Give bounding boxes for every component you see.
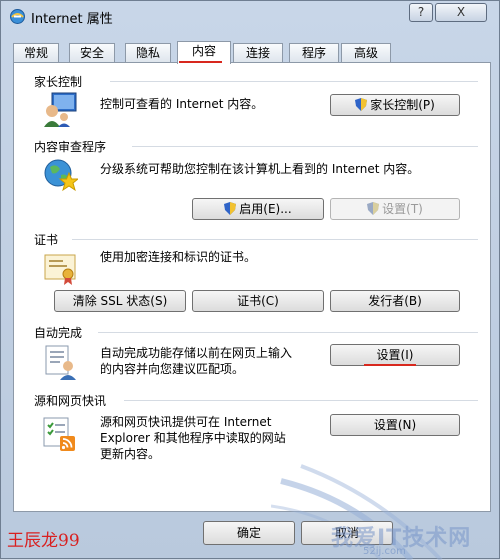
ok-button[interactable]: 确定 [203, 521, 295, 545]
feeds-icon [43, 417, 75, 451]
content-tab-panel: 家长控制 控制可查看的 Internet 内容。 家长控制(P) 内容审查程序 … [13, 62, 491, 512]
certificates-description: 使用加密连接和标识的证书。 [100, 250, 257, 264]
enable-button-label: 启用(E)... [239, 202, 292, 216]
autocomplete-settings-button[interactable]: 设置(I) [330, 344, 460, 366]
autocomplete-description-line1: 自动完成功能存储以前在网页上输入 [100, 346, 293, 360]
parental-controls-button-label: 家长控制(P) [370, 98, 435, 112]
feeds-title: 源和网页快讯 [34, 394, 107, 408]
autocomplete-icon [45, 345, 76, 380]
divider [110, 81, 478, 82]
publishers-button[interactable]: 发行者(B) [330, 290, 460, 312]
tab-privacy[interactable]: 隐私 [125, 43, 171, 63]
divider [132, 146, 478, 147]
parental-controls-button[interactable]: 家长控制(P) [330, 94, 460, 116]
internet-properties-window: Internet 属性 ? X 常规 安全 隐私 内容 连接 程序 高级 家长控… [0, 0, 500, 560]
author-signature: 王辰龙99 [7, 531, 80, 551]
divider [98, 332, 478, 333]
divider [72, 239, 478, 240]
parental-controls-icon [44, 92, 77, 127]
uac-shield-icon [367, 202, 380, 215]
advisor-settings-button-label: 设置(T) [382, 202, 423, 216]
content-advisor-title: 内容审查程序 [34, 140, 107, 154]
content-advisor-globe-icon [44, 159, 78, 192]
enable-button[interactable]: 启用(E)... [192, 198, 324, 220]
internet-explorer-icon [10, 9, 25, 24]
window-title: Internet 属性 [31, 12, 113, 27]
feeds-settings-button[interactable]: 设置(N) [330, 414, 460, 436]
tab-connections[interactable]: 连接 [233, 43, 283, 63]
clear-ssl-state-button[interactable]: 清除 SSL 状态(S) [54, 290, 186, 312]
autocomplete-title: 自动完成 [34, 326, 83, 340]
feeds-description-line2: Explorer 和其他程序中读取的网站 [100, 431, 286, 445]
certificates-title: 证书 [34, 233, 59, 247]
uac-shield-icon [355, 98, 368, 111]
autocomplete-description-line2: 的内容并向您建议匹配项。 [100, 362, 245, 376]
divider [124, 400, 478, 401]
tab-security[interactable]: 安全 [69, 43, 115, 63]
autocomplete-annotation-underline [364, 364, 416, 366]
tab-general[interactable]: 常规 [13, 43, 59, 63]
feeds-description-line3: 更新内容。 [100, 447, 161, 461]
content-advisor-description: 分级系统可帮助您控制在该计算机上看到的 Internet 内容。 [100, 162, 420, 176]
certificates-button[interactable]: 证书(C) [192, 290, 324, 312]
certificate-icon [44, 254, 76, 285]
close-button[interactable]: X [435, 3, 487, 22]
advisor-settings-button[interactable]: 设置(T) [330, 198, 460, 220]
tab-programs[interactable]: 程序 [289, 43, 339, 63]
help-button[interactable]: ? [409, 3, 433, 22]
feeds-description-line1: 源和网页快讯提供可在 Internet [100, 415, 272, 429]
parental-controls-description: 控制可查看的 Internet 内容。 [100, 97, 264, 111]
watermark-subtext: 52ij.com [363, 546, 406, 557]
uac-shield-icon [224, 202, 237, 215]
tab-advanced[interactable]: 高级 [341, 43, 391, 63]
title-bar: Internet 属性 ? X [1, 1, 499, 31]
parental-controls-title: 家长控制 [34, 75, 83, 89]
active-tab-annotation [179, 61, 222, 63]
